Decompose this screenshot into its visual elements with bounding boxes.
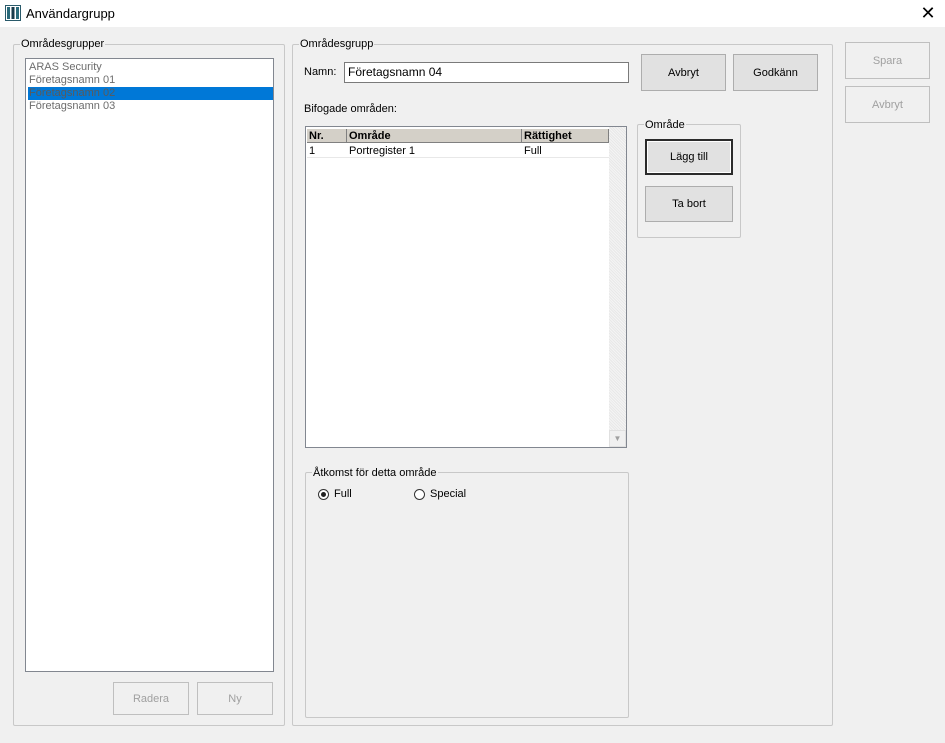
table-cell-nr[interactable]: 1: [307, 144, 347, 158]
table-cell-area[interactable]: Portregister 1: [347, 144, 522, 158]
name-input[interactable]: Företagsnamn 04: [344, 62, 629, 83]
cancel-button[interactable]: Avbryt: [641, 54, 726, 91]
app-icon: [5, 5, 21, 21]
approve-button[interactable]: Godkänn: [733, 54, 818, 91]
area-groups-list[interactable]: ARAS Security Företagsnamn 01 Företagsna…: [25, 58, 274, 672]
list-item[interactable]: ARAS Security: [28, 61, 273, 74]
area-groups-title: Områdesgrupper: [20, 38, 106, 50]
side-cancel-button[interactable]: Avbryt: [845, 86, 930, 123]
table-cell-right[interactable]: Full: [522, 144, 609, 158]
close-icon[interactable]: ✕: [914, 3, 942, 25]
add-area-button[interactable]: Lägg till: [645, 139, 733, 175]
attached-areas-label: Bifogade områden:: [304, 103, 397, 115]
window-title: Användargrupp: [26, 6, 115, 21]
attached-areas-table[interactable]: Nr. Område Rättighet 1 Portregister 1 Fu…: [305, 126, 627, 448]
delete-button[interactable]: Radera: [113, 682, 189, 715]
scroll-down-icon[interactable]: ▼: [609, 430, 626, 447]
save-button[interactable]: Spara: [845, 42, 930, 79]
name-label: Namn:: [304, 66, 337, 78]
remove-area-button[interactable]: Ta bort: [645, 186, 733, 222]
column-header-nr[interactable]: Nr.: [307, 129, 347, 143]
area-box-title: Område: [644, 119, 686, 131]
access-box-title: Åtkomst för detta område: [312, 467, 438, 479]
access-full-radio[interactable]: [318, 489, 329, 500]
access-full-label[interactable]: Full: [334, 488, 352, 500]
area-group-title: Områdesgrupp: [299, 38, 375, 50]
table-scrollbar[interactable]: [609, 127, 626, 447]
list-item-selected[interactable]: Företagsnamn 02: [28, 87, 273, 100]
list-item[interactable]: Företagsnamn 01: [28, 74, 273, 87]
access-special-radio[interactable]: [414, 489, 425, 500]
title-bar: [0, 0, 945, 27]
new-button[interactable]: Ny: [197, 682, 273, 715]
access-box: [305, 472, 629, 718]
list-item[interactable]: Företagsnamn 03: [28, 100, 273, 113]
column-header-right[interactable]: Rättighet: [522, 129, 609, 143]
column-header-area[interactable]: Område: [347, 129, 522, 143]
access-special-label[interactable]: Special: [430, 488, 466, 500]
